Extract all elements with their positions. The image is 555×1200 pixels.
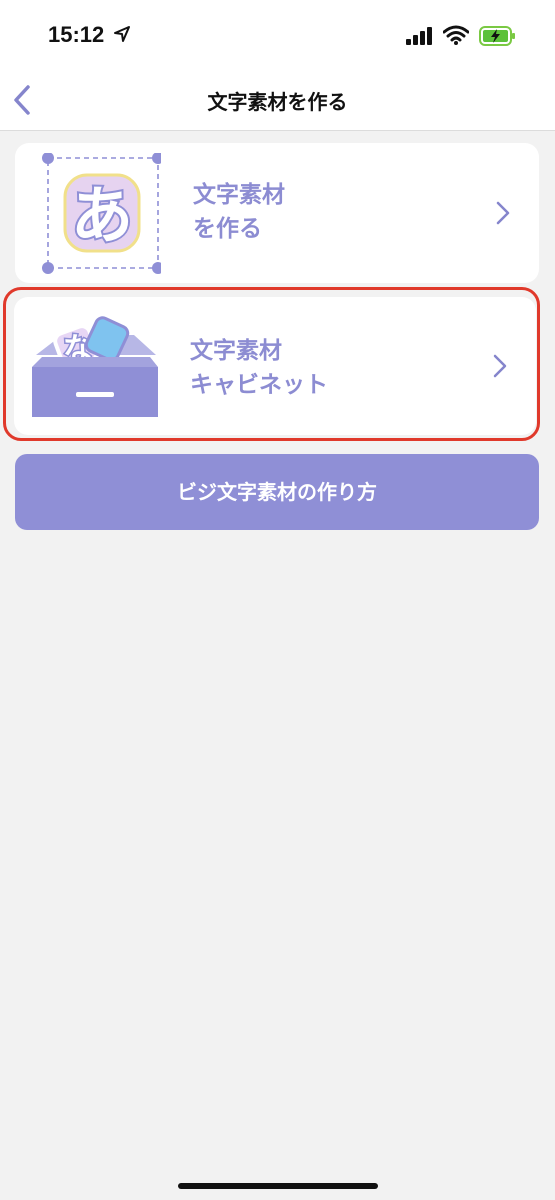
card-label-line2: キャビネット <box>190 372 328 398</box>
text-material-cabinet-card[interactable]: な 文字素材 キャビネット <box>14 297 536 435</box>
status-bar: 15:12 <box>0 0 555 70</box>
how-to-button[interactable]: ビジ文字素材の作り方 <box>15 454 539 530</box>
art-glyph: あ <box>71 179 133 252</box>
location-arrow-icon <box>114 26 130 42</box>
status-time: 15:12 <box>48 22 105 47</box>
page-title: 文字素材を作る <box>207 90 348 114</box>
card-label: 文字素材 を作る <box>193 178 285 246</box>
home-indicator[interactable] <box>178 1183 378 1189</box>
text-material-frame-icon: あ <box>42 153 161 274</box>
card-label: 文字素材 キャビネット <box>190 334 328 402</box>
create-text-material-card[interactable]: あ 文字素材 を作る <box>15 143 539 283</box>
navigation-bar: 文字素材を作る <box>0 70 555 131</box>
cellular-signal-icon <box>406 27 432 45</box>
card-label-line1: 文字素材 <box>190 338 282 364</box>
chevron-right-icon <box>496 201 510 225</box>
battery-charging-icon <box>479 26 515 46</box>
card-label-line1: 文字素材 <box>193 182 285 208</box>
card-label-line2: を作る <box>193 216 262 242</box>
wifi-icon <box>443 25 469 45</box>
cabinet-drawer-icon: な <box>32 316 158 417</box>
chevron-right-icon <box>493 354 507 378</box>
